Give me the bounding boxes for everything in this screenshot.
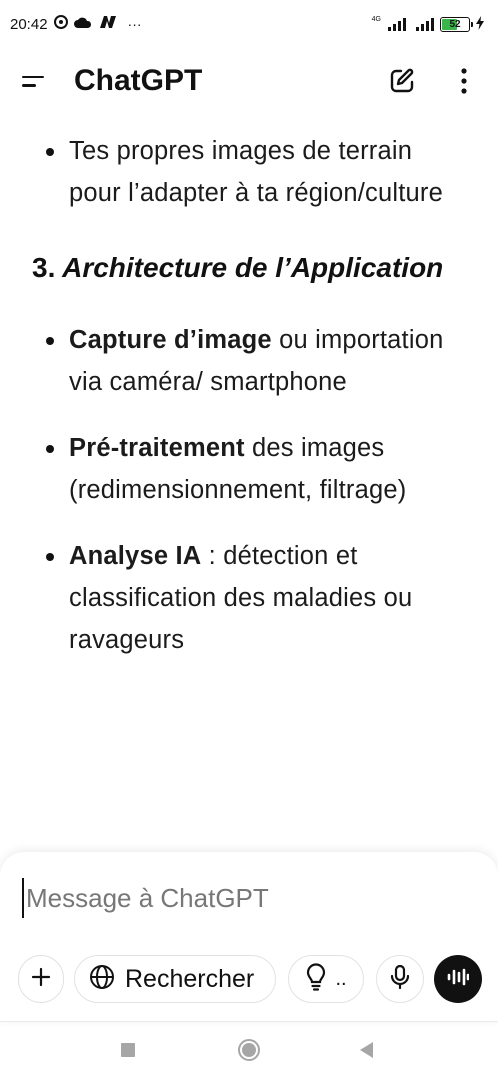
globe-icon bbox=[89, 964, 115, 995]
battery-icon: 52 bbox=[440, 16, 473, 32]
cloud-icon bbox=[73, 16, 92, 33]
page-title: ChatGPT bbox=[74, 64, 203, 97]
section-heading: 3. Architecture de l’Application bbox=[32, 248, 468, 287]
header-actions bbox=[386, 65, 480, 97]
message-input[interactable] bbox=[22, 878, 462, 918]
think-label: .. bbox=[335, 968, 347, 990]
charging-icon bbox=[476, 15, 484, 33]
browser-icon bbox=[53, 15, 68, 33]
new-chat-icon[interactable] bbox=[386, 65, 418, 97]
conversation: Tes propres images de terrain pour l’ada… bbox=[0, 130, 498, 855]
list-item: Analyse IA : détection et classification… bbox=[40, 535, 468, 661]
composer-tools: Rechercher .. bbox=[18, 954, 484, 1004]
more-notifications-icon: ··· bbox=[127, 16, 142, 32]
menu-icon[interactable] bbox=[22, 66, 52, 96]
more-vertical-icon[interactable] bbox=[448, 65, 480, 97]
section-number: 3. bbox=[32, 252, 56, 283]
dictate-button[interactable] bbox=[376, 955, 424, 1003]
lightbulb-icon bbox=[305, 962, 327, 996]
list-item-text: Tes propres images de terrain pour l’ada… bbox=[69, 137, 443, 207]
status-right: 4G 52 bbox=[371, 15, 484, 33]
voice-mode-icon bbox=[447, 968, 470, 991]
signal-icon bbox=[388, 17, 406, 31]
add-attachment-button[interactable] bbox=[18, 955, 64, 1003]
list-item: Capture d’image ou importation via camér… bbox=[40, 319, 468, 403]
recents-button[interactable] bbox=[121, 1043, 135, 1057]
think-button[interactable]: .. bbox=[288, 955, 364, 1003]
search-label: Rechercher bbox=[125, 964, 255, 993]
app-notification-icon bbox=[98, 15, 118, 33]
back-button[interactable] bbox=[360, 1042, 373, 1058]
network-type: 4G bbox=[371, 15, 381, 23]
list-item-bold: Analyse IA bbox=[69, 542, 202, 570]
status-bar: 20:42 ··· 4G 52 bbox=[0, 0, 498, 48]
voice-mode-button[interactable] bbox=[434, 955, 482, 1003]
plus-icon bbox=[31, 967, 51, 992]
message-composer: Rechercher .. bbox=[0, 852, 498, 1022]
list-item: Pré-traitement des images (redimensionne… bbox=[40, 427, 468, 511]
list-item-bold: Capture d’image bbox=[69, 326, 272, 354]
home-button[interactable] bbox=[238, 1039, 260, 1061]
search-button[interactable]: Rechercher bbox=[74, 955, 276, 1003]
signal-2-icon bbox=[416, 17, 434, 31]
mic-icon bbox=[390, 964, 410, 995]
section-title: Architecture de l’Application bbox=[62, 252, 444, 283]
system-nav-bar bbox=[0, 1022, 498, 1080]
list-item: Tes propres images de terrain pour l’ada… bbox=[40, 130, 468, 214]
status-left: 20:42 ··· bbox=[10, 15, 142, 33]
battery-level: 52 bbox=[449, 18, 461, 30]
app-header: ChatGPT bbox=[0, 48, 498, 114]
list-item-bold: Pré-traitement bbox=[69, 434, 245, 462]
status-time: 20:42 bbox=[10, 15, 48, 33]
